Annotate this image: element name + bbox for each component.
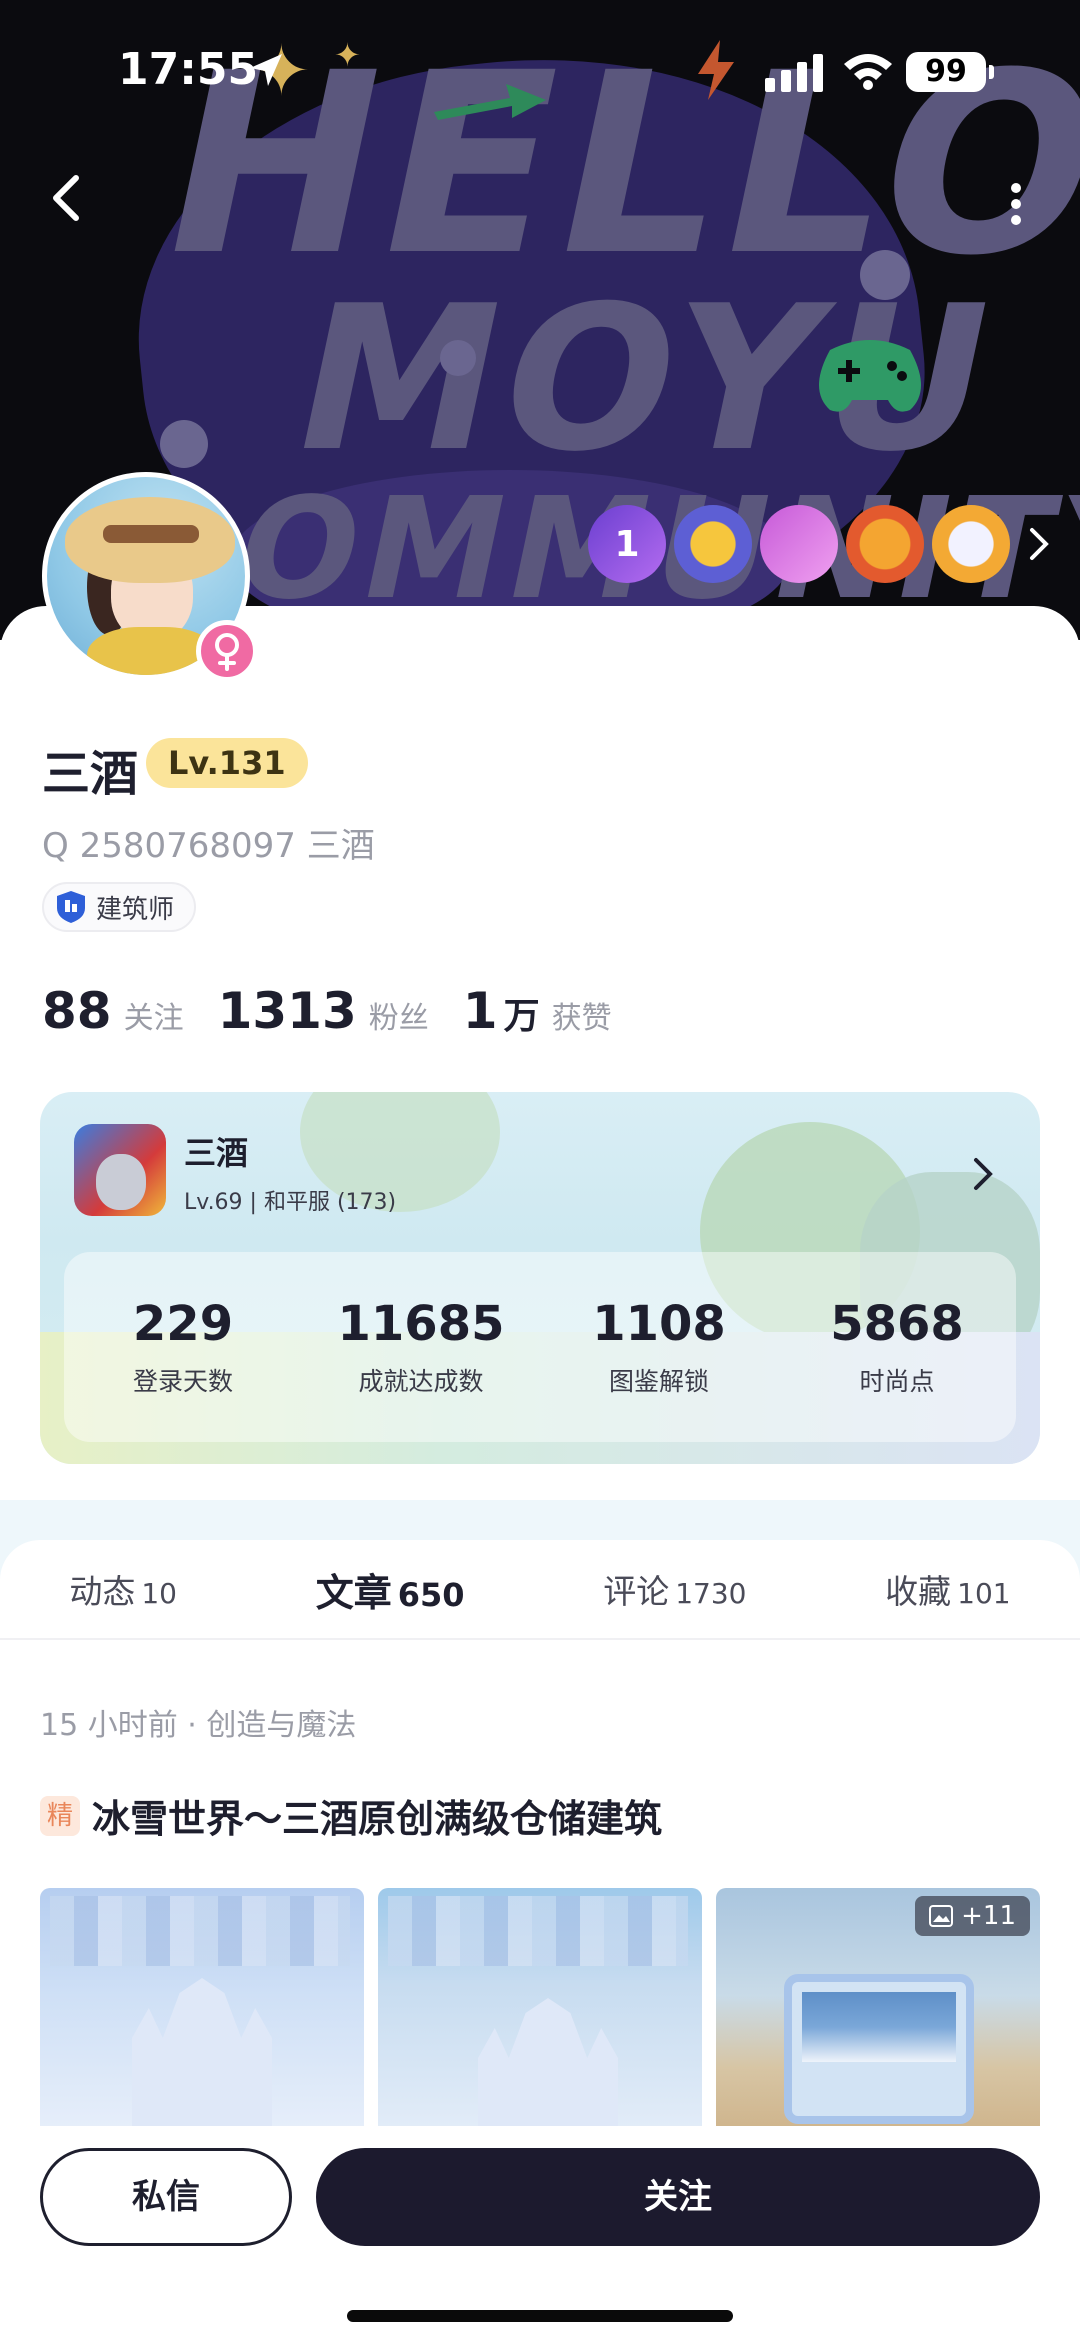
role-tag[interactable]: 建筑师: [42, 882, 197, 932]
game-stats: 229 登录天数 11685 成就达成数 1108 图鉴解锁 5868 时尚点: [64, 1252, 1016, 1442]
likes-unit: 万: [503, 996, 540, 1037]
follow-button[interactable]: 关注: [316, 2148, 1040, 2246]
featured-badge: 精: [40, 1795, 80, 1836]
tab-moments[interactable]: 动态 10: [59, 1565, 187, 1613]
following-label[interactable]: 关注: [124, 993, 184, 1037]
game-character-level: Lv.69 | 和平服 (173): [184, 1190, 397, 1215]
post-title[interactable]: 冰雪世界～三酒原创满级仓储建筑: [92, 1788, 662, 1843]
shield-medal-icon[interactable]: [932, 505, 1010, 583]
username: 三酒: [42, 746, 139, 802]
anniversary-medal-icon[interactable]: 1: [588, 505, 666, 583]
fist-medal-icon[interactable]: [846, 505, 924, 583]
medal-list[interactable]: 1: [588, 504, 1054, 584]
game-stat-achievements: 11685 成就达成数: [337, 1296, 505, 1396]
bottom-action-bar: 私信 关注: [0, 2126, 1080, 2341]
game-stat-login-days: 229 登录天数: [132, 1296, 234, 1396]
status-time: 17:55: [118, 44, 259, 95]
image-icon: [929, 1905, 954, 1927]
image-count-badge: +11: [915, 1896, 1030, 1936]
tab-comments[interactable]: 评论 1730: [593, 1565, 756, 1613]
fans-label[interactable]: 粉丝: [369, 993, 429, 1037]
game-app-icon: [74, 1124, 166, 1216]
pen-medal-icon[interactable]: [760, 505, 838, 583]
back-button[interactable]: [40, 170, 96, 226]
chevron-right-icon[interactable]: [968, 1152, 998, 1196]
likes-label: 获赞: [551, 1001, 612, 1036]
post-image-grid: +11: [40, 1888, 1040, 2128]
banner-dot: [160, 420, 208, 468]
game-stat-fashion: 5868 时尚点: [830, 1296, 964, 1396]
sunglasses-medal-icon[interactable]: [674, 505, 752, 583]
following-count[interactable]: 88: [42, 982, 112, 1040]
architect-icon: [57, 891, 85, 923]
game-stat-codex: 1108 图鉴解锁: [592, 1296, 726, 1396]
likes-count: 1: [462, 982, 498, 1040]
direct-message-button[interactable]: 私信: [40, 2148, 292, 2246]
battery-indicator: 99: [906, 52, 994, 92]
social-stats: 88 关注 1313 粉丝 1 万 获赞: [42, 982, 646, 1040]
post-meta: 15 小时前 · 创造与魔法: [40, 1708, 357, 1743]
bolt-icon: [698, 40, 734, 100]
level-badge: Lv.131: [146, 738, 308, 788]
female-gender-icon: [196, 620, 258, 682]
post-title-row[interactable]: 精 冰雪世界～三酒原创满级仓储建筑: [40, 1788, 662, 1843]
fans-count[interactable]: 1313: [218, 982, 357, 1040]
status-bar: 17:55 99: [0, 0, 1080, 140]
banner-dot: [440, 340, 476, 376]
signal-icon: [765, 54, 823, 92]
chevron-right-icon[interactable]: [1024, 522, 1054, 566]
post-image[interactable]: +11: [716, 1888, 1040, 2128]
home-indicator: [347, 2310, 733, 2322]
location-arrow-icon: [250, 54, 282, 86]
post-image[interactable]: [40, 1888, 364, 2128]
more-options-icon[interactable]: [996, 178, 1036, 234]
tab-articles[interactable]: 文章 650: [305, 1562, 475, 1630]
banner-dot: [860, 250, 910, 300]
gamepad-icon: [819, 340, 921, 412]
role-label: 建筑师: [96, 894, 175, 925]
qq-id: Q 2580768097 三酒: [42, 826, 375, 866]
content-tabs: 动态 10 文章 650 评论 1730 收藏 101: [0, 1540, 1080, 1640]
game-profile-card[interactable]: 三酒 Lv.69 | 和平服 (173) 229 登录天数 11685 成就达成…: [40, 1092, 1040, 1464]
post-image[interactable]: [378, 1888, 702, 2128]
wifi-icon: [844, 54, 892, 90]
tab-favorites[interactable]: 收藏 101: [875, 1565, 1020, 1613]
game-character-name: 三酒: [184, 1134, 249, 1172]
